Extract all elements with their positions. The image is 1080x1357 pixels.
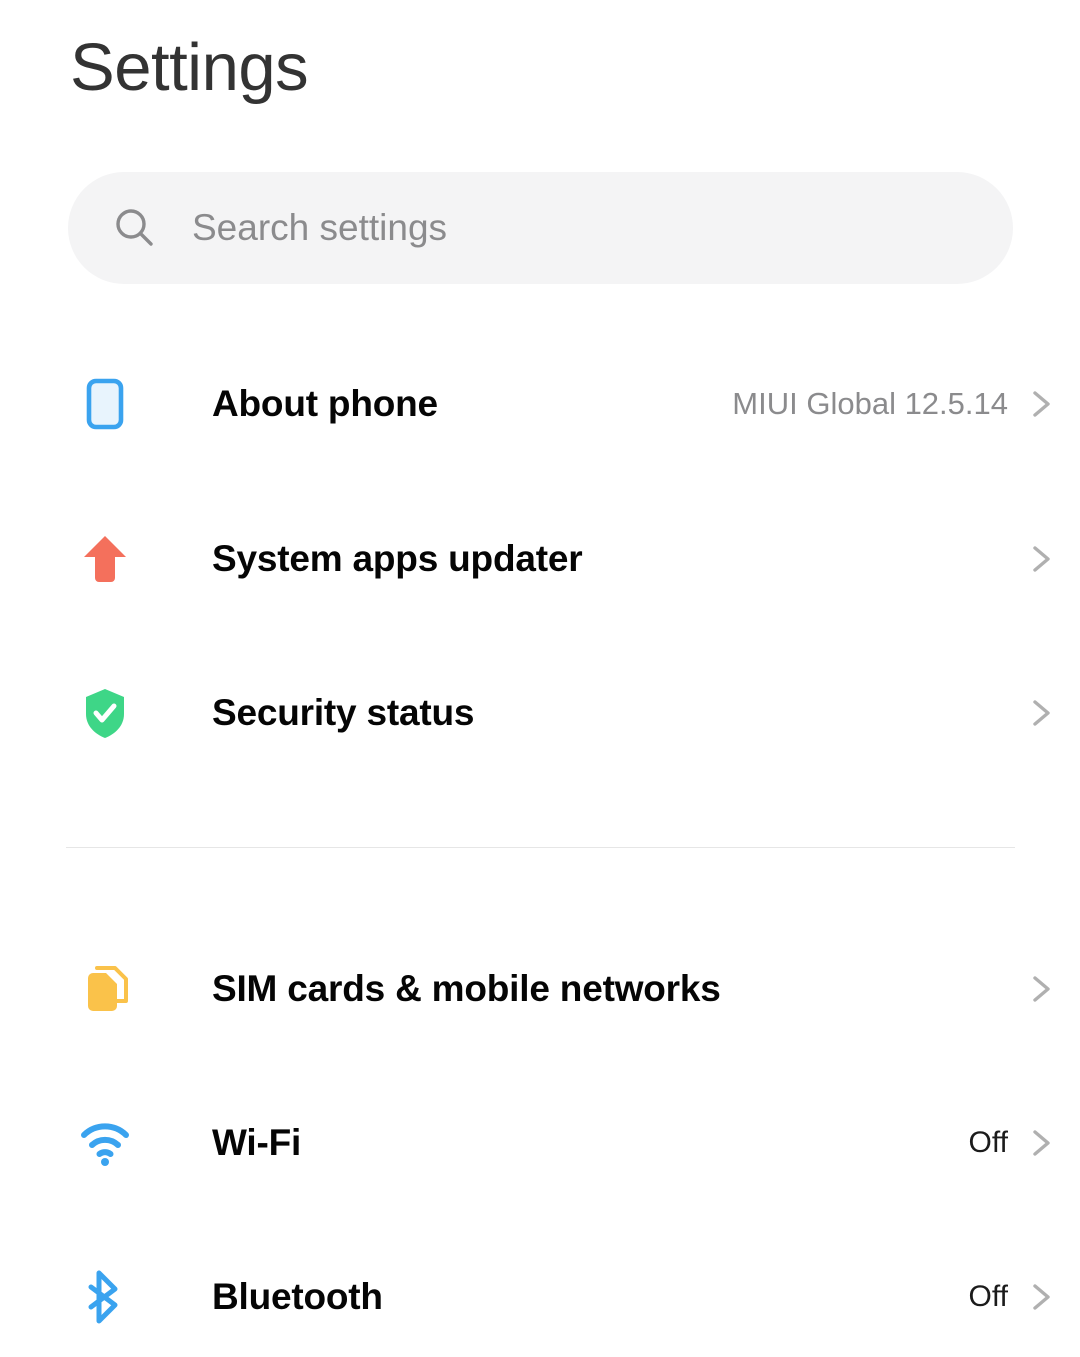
chevron-right-icon[interactable] [1024, 1277, 1058, 1317]
phone-icon [79, 376, 131, 432]
list-item-system-apps-updater[interactable]: System apps updater [0, 499, 1080, 619]
search-input[interactable]: Search settings [68, 172, 1013, 284]
list-item-label: Security status [212, 692, 475, 733]
list-item-label: About phone [212, 383, 438, 424]
list-item-security-status[interactable]: Security status [0, 653, 1080, 773]
list-item-label: System apps updater [212, 538, 583, 579]
shield-check-icon [79, 685, 131, 741]
chevron-right-icon[interactable] [1024, 539, 1058, 579]
list-item-wifi[interactable]: Wi-Fi Off [0, 1083, 1080, 1203]
search-placeholder: Search settings [192, 207, 448, 248]
wifi-icon [79, 1115, 131, 1171]
list-item-sim-cards[interactable]: SIM cards & mobile networks [0, 929, 1080, 1049]
list-item-label: Wi-Fi [212, 1122, 302, 1163]
list-item-value: Off [968, 1280, 1008, 1313]
list-item-bluetooth[interactable]: Bluetooth Off [0, 1237, 1080, 1357]
list-item-label: SIM cards & mobile networks [212, 968, 721, 1009]
page-title: Settings [70, 30, 309, 105]
chevron-right-icon[interactable] [1024, 693, 1058, 733]
list-item-value: MIUI Global 12.5.14 [732, 386, 1008, 421]
list-item-value: Off [968, 1126, 1008, 1159]
list-item-about-phone[interactable]: About phone MIUI Global 12.5.14 [0, 344, 1080, 464]
sim-card-icon [79, 961, 131, 1017]
search-icon [113, 206, 157, 250]
list-item-label: Bluetooth [212, 1276, 383, 1317]
bluetooth-icon [79, 1269, 131, 1325]
up-arrow-icon [79, 531, 131, 587]
chevron-right-icon[interactable] [1024, 969, 1058, 1009]
section-divider [66, 847, 1015, 848]
chevron-right-icon[interactable] [1024, 1123, 1058, 1163]
chevron-right-icon[interactable] [1024, 384, 1058, 424]
